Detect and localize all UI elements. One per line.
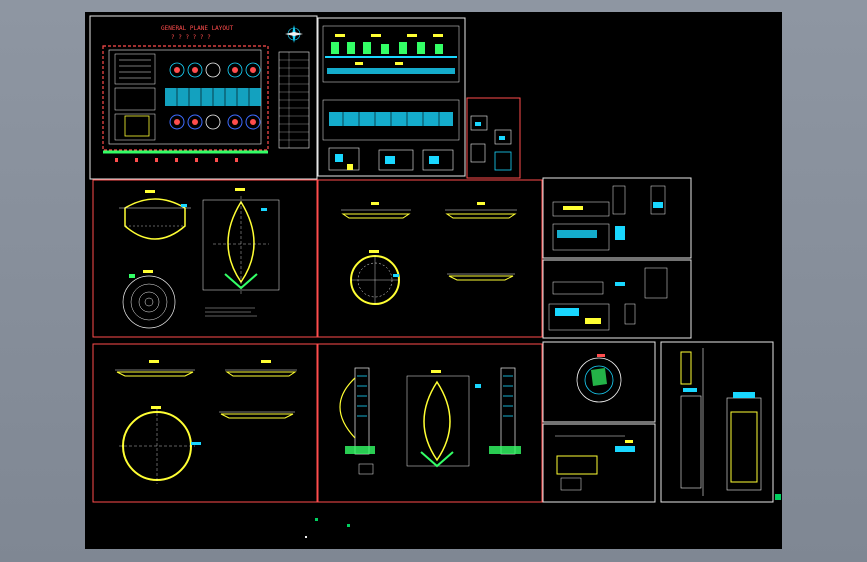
sheet-border <box>466 97 521 179</box>
layout-title: GENERAL PLANE LAYOUT <box>161 25 234 32</box>
tank-dome-section <box>124 198 186 240</box>
ladder-rungs <box>357 375 513 417</box>
sheet-digester-elevation[interactable] <box>317 343 543 503</box>
square-grip-icon[interactable] <box>315 518 318 521</box>
sheet-process-elevations[interactable] <box>317 17 466 177</box>
sheet-clarifier[interactable] <box>92 343 318 503</box>
ring-plan <box>350 250 400 305</box>
sheet-tower-elevation[interactable] <box>660 341 774 503</box>
cad-application-window: GENERAL PLANE LAYOUT ? ? ? ? ? ? <box>0 0 867 562</box>
sheet-border <box>660 341 774 503</box>
sheet-equipment-room-1[interactable] <box>542 177 692 259</box>
plan-view-piping <box>325 56 457 74</box>
layout-subtitle: ? ? ? ? ? ? <box>171 34 211 41</box>
square-grip-icon[interactable] <box>347 524 350 527</box>
point-marker <box>305 536 307 538</box>
tank-plan-circles <box>122 275 176 329</box>
slab-section-1 <box>341 202 411 219</box>
yellow-building <box>124 115 150 137</box>
sheet-round-plan[interactable] <box>542 341 656 423</box>
clarifier-section-2 <box>225 360 297 377</box>
tank-row-bottom <box>169 114 261 130</box>
sheet-small-details[interactable] <box>466 97 521 179</box>
slab-section-2 <box>445 202 517 219</box>
square-grip-icon[interactable] <box>775 494 781 500</box>
compass-icon <box>285 25 303 43</box>
road-markers <box>115 158 238 162</box>
clarifier-plan <box>119 406 201 484</box>
sheet-equipment-room-2[interactable] <box>542 259 692 339</box>
slab-section-3 <box>447 273 515 281</box>
sheet-digester-section[interactable] <box>92 179 318 338</box>
plan-view-equipment <box>331 42 443 54</box>
section-detail-fills <box>335 154 439 164</box>
clarifier-section-3 <box>219 411 295 419</box>
section-label <box>347 164 353 170</box>
sheet-border <box>92 179 318 338</box>
drawing-canvas[interactable]: GENERAL PLANE LAYOUT ? ? ? ? ? ? <box>85 12 782 549</box>
sheet-cover-slab[interactable] <box>317 179 543 338</box>
sheet-border <box>542 259 692 339</box>
sheet-border <box>542 177 692 259</box>
cad-drawing-viewport[interactable]: GENERAL PLANE LAYOUT ? ? ? ? ? ? <box>85 12 782 549</box>
clarifier-section-1 <box>115 360 195 377</box>
tank-row-top <box>169 62 261 78</box>
notes-text <box>205 307 257 317</box>
egg-tank-elevation <box>423 380 451 462</box>
sheet-border <box>92 343 318 503</box>
legend-table-rows <box>279 52 309 148</box>
sheet-general-plane-layout[interactable]: GENERAL PLANE LAYOUT ? ? ? ? ? ? <box>89 15 318 180</box>
sheet-pump-detail[interactable] <box>542 423 656 503</box>
sheet-border <box>317 17 466 177</box>
sheet-border <box>317 179 543 338</box>
